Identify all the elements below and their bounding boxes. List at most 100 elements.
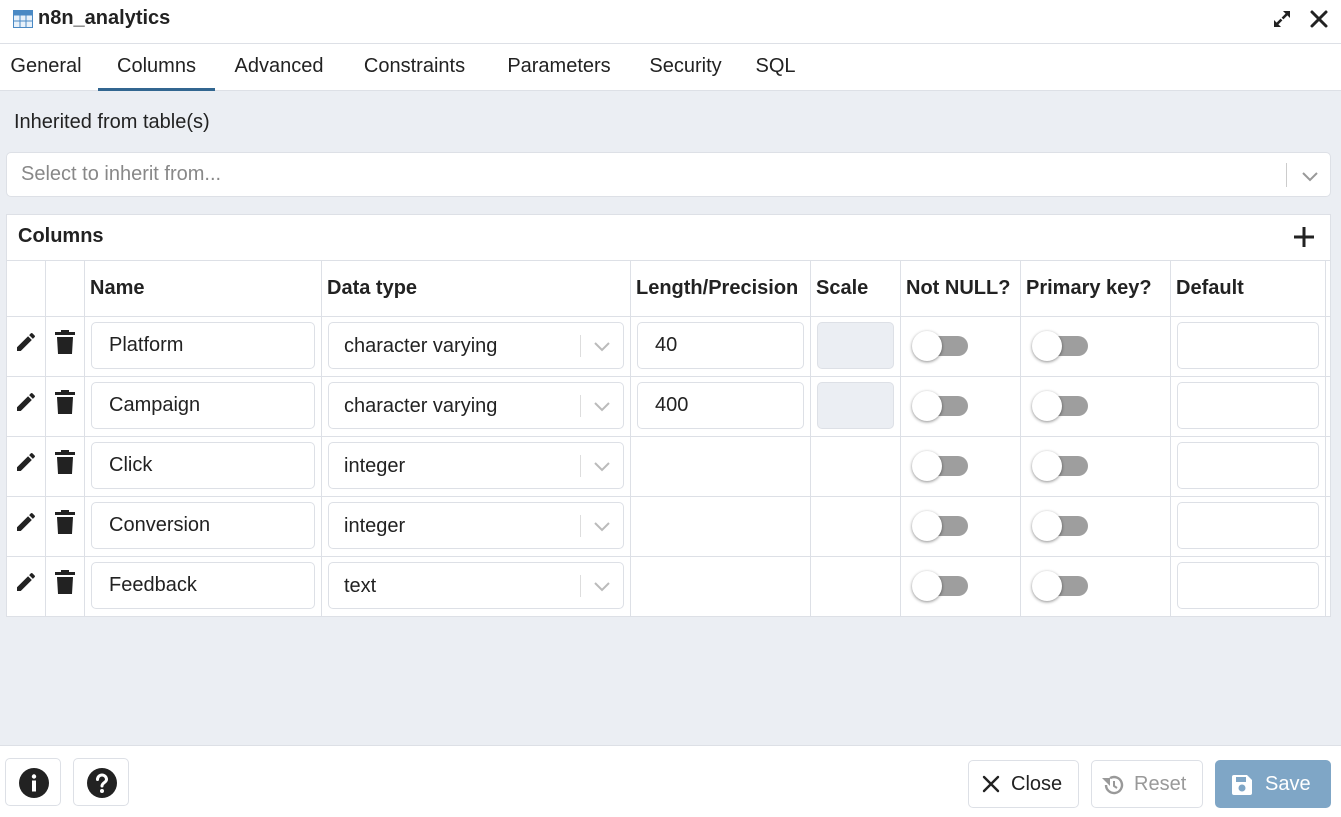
columns-panel: Columns Name Data type Length/Precision … xyxy=(6,214,1331,617)
save-label: Save xyxy=(1265,773,1311,795)
tab-constraints[interactable]: Constraints xyxy=(351,44,478,91)
edit-icon[interactable] xyxy=(14,390,38,414)
not-null-toggle[interactable] xyxy=(912,450,970,481)
dialog-title: n8n_analytics xyxy=(38,7,171,29)
chevron-down-icon[interactable] xyxy=(592,396,612,416)
columns-panel-title: Columns xyxy=(18,225,104,247)
table-row: Platform character varying 40 xyxy=(7,316,1330,376)
header-default: Default xyxy=(1176,277,1244,299)
scale-input xyxy=(817,382,894,429)
delete-icon[interactable] xyxy=(54,449,76,475)
column-name-input[interactable]: Conversion xyxy=(91,502,315,549)
reset-button[interactable]: Reset xyxy=(1091,760,1203,808)
header-data-type: Data type xyxy=(327,277,418,299)
not-null-toggle[interactable] xyxy=(912,510,970,541)
tab-general[interactable]: General xyxy=(0,44,92,91)
default-input[interactable] xyxy=(1177,442,1319,489)
header-name: Name xyxy=(90,277,145,299)
scale-input xyxy=(817,322,894,369)
data-type-select[interactable]: character varying xyxy=(328,322,624,369)
edit-icon[interactable] xyxy=(14,450,38,474)
data-type-value: character varying xyxy=(344,335,498,357)
length-input[interactable]: 40 xyxy=(637,322,804,369)
maximize-icon[interactable] xyxy=(1271,8,1293,30)
columns-panel-header: Columns xyxy=(7,215,1330,261)
reset-label: Reset xyxy=(1134,773,1187,795)
delete-icon[interactable] xyxy=(54,329,76,355)
info-button[interactable] xyxy=(5,758,61,806)
save-icon xyxy=(1232,775,1252,795)
select-divider xyxy=(580,515,581,537)
data-type-select[interactable]: integer xyxy=(328,502,624,549)
help-button[interactable] xyxy=(73,758,129,806)
add-row-icon[interactable] xyxy=(1292,225,1316,249)
header-length: Length/Precision xyxy=(636,277,799,299)
tab-bar: General Columns Advanced Constraints Par… xyxy=(0,44,1341,91)
data-type-select[interactable]: integer xyxy=(328,442,624,489)
tab-sql[interactable]: SQL xyxy=(748,44,803,91)
inherit-label: Inherited from table(s) xyxy=(14,111,210,133)
dialog-titlebar: n8n_analytics xyxy=(0,0,1341,44)
select-divider xyxy=(580,395,581,417)
tab-columns[interactable]: Columns xyxy=(98,44,215,91)
chevron-down-icon[interactable] xyxy=(592,576,612,596)
select-divider xyxy=(580,575,581,597)
not-null-toggle[interactable] xyxy=(912,570,970,601)
close-button[interactable]: Close xyxy=(968,760,1079,808)
header-scale: Scale xyxy=(816,277,869,299)
data-type-value: character varying xyxy=(344,395,498,417)
data-type-select[interactable]: text xyxy=(328,562,624,609)
delete-icon[interactable] xyxy=(54,389,76,415)
close-label: Close xyxy=(1011,773,1063,795)
chevron-down-icon[interactable] xyxy=(592,456,612,476)
column-name-input[interactable]: Campaign xyxy=(91,382,315,429)
column-name-input[interactable]: Platform xyxy=(91,322,315,369)
chevron-down-icon[interactable] xyxy=(1300,166,1320,186)
table-row: Conversion integer xyxy=(7,496,1330,556)
select-divider xyxy=(580,335,581,357)
close-icon[interactable] xyxy=(1308,8,1330,30)
tab-parameters[interactable]: Parameters xyxy=(494,44,624,91)
reset-icon xyxy=(1102,775,1124,795)
default-input[interactable] xyxy=(1177,382,1319,429)
tab-security[interactable]: Security xyxy=(638,44,733,91)
dialog-body: Inherited from table(s) Select to inheri… xyxy=(0,91,1341,745)
delete-icon[interactable] xyxy=(54,569,76,595)
close-icon xyxy=(982,775,1000,793)
row-divider xyxy=(7,616,1330,617)
primary-key-toggle[interactable] xyxy=(1032,450,1090,481)
chevron-down-icon[interactable] xyxy=(592,336,612,356)
data-type-select[interactable]: character varying xyxy=(328,382,624,429)
save-button[interactable]: Save xyxy=(1215,760,1331,808)
table-row: Campaign character varying 400 xyxy=(7,376,1330,436)
not-null-toggle[interactable] xyxy=(912,390,970,421)
inherit-placeholder: Select to inherit from... xyxy=(21,163,222,185)
table-row: Feedback text xyxy=(7,556,1330,616)
table-icon xyxy=(13,10,33,28)
primary-key-toggle[interactable] xyxy=(1032,510,1090,541)
edit-icon[interactable] xyxy=(14,510,38,534)
data-type-value: text xyxy=(344,575,377,597)
primary-key-toggle[interactable] xyxy=(1032,330,1090,361)
primary-key-toggle[interactable] xyxy=(1032,390,1090,421)
dialog-footer: Close Reset Save xyxy=(0,745,1341,817)
data-type-value: integer xyxy=(344,515,406,537)
header-not-null: Not NULL? xyxy=(906,277,1011,299)
default-input[interactable] xyxy=(1177,502,1319,549)
table-row: Click integer xyxy=(7,436,1330,496)
not-null-toggle[interactable] xyxy=(912,330,970,361)
column-name-input[interactable]: Feedback xyxy=(91,562,315,609)
tab-advanced[interactable]: Advanced xyxy=(223,44,335,91)
info-icon xyxy=(19,768,49,798)
column-name-input[interactable]: Click xyxy=(91,442,315,489)
data-type-value: integer xyxy=(344,455,406,477)
delete-icon[interactable] xyxy=(54,509,76,535)
edit-icon[interactable] xyxy=(14,330,38,354)
default-input[interactable] xyxy=(1177,322,1319,369)
default-input[interactable] xyxy=(1177,562,1319,609)
inherit-select[interactable]: Select to inherit from... xyxy=(6,152,1331,197)
length-input[interactable]: 400 xyxy=(637,382,804,429)
chevron-down-icon[interactable] xyxy=(592,516,612,536)
edit-icon[interactable] xyxy=(14,570,38,594)
primary-key-toggle[interactable] xyxy=(1032,570,1090,601)
